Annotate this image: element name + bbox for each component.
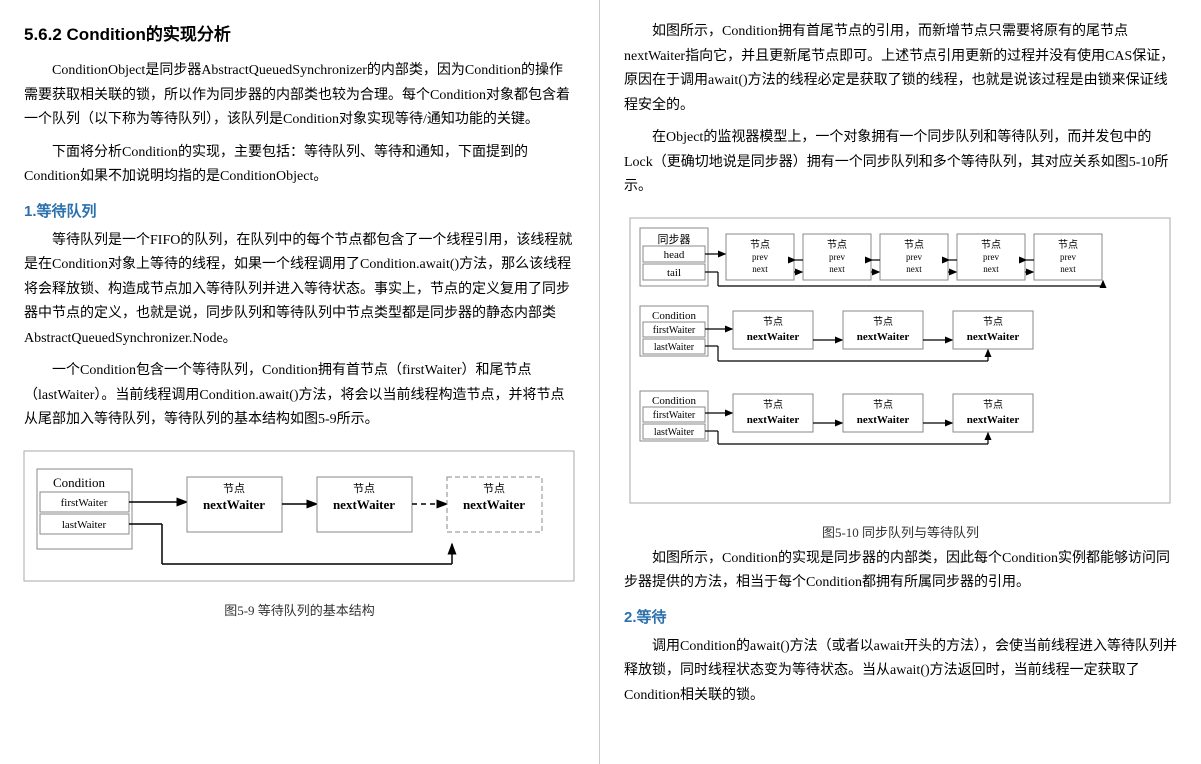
svg-text:nextWaiter: nextWaiter (333, 497, 395, 512)
svg-text:tail: tail (667, 267, 681, 279)
fig510-svg: 同步器 head tail 节点 prev next 节点 prev next … (628, 216, 1173, 516)
svg-text:节点: 节点 (353, 482, 375, 495)
svg-text:Condition: Condition (53, 475, 106, 490)
svg-text:节点: 节点 (763, 399, 783, 411)
svg-text:nextWaiter: nextWaiter (857, 414, 910, 426)
section2-title: 2.等待 (624, 606, 1177, 627)
fig59-svg: Condition firstWaiter lastWaiter 节点 next… (22, 449, 577, 594)
section1-title: 1.等待队列 (24, 200, 575, 221)
fig59-caption: 图5-9 等待队列的基本结构 (224, 600, 375, 619)
svg-text:节点: 节点 (981, 239, 1001, 251)
left-para4: 一个Condition包含一个等待队列，Condition拥有首节点（first… (24, 359, 575, 433)
svg-text:节点: 节点 (873, 316, 893, 328)
svg-text:prev: prev (1060, 252, 1076, 262)
svg-text:prev: prev (983, 252, 999, 262)
svg-text:prev: prev (906, 252, 922, 262)
left-para2: 下面将分析Condition的实现，主要包括：等待队列、等待和通知，下面提到的C… (24, 141, 575, 190)
svg-text:firstWaiter: firstWaiter (61, 497, 108, 509)
svg-text:next: next (752, 264, 768, 274)
right-para4: 调用Condition的await()方法（或者以await开头的方法），会使当… (624, 635, 1177, 709)
svg-text:lastWaiter: lastWaiter (654, 427, 695, 438)
svg-text:节点: 节点 (983, 316, 1003, 328)
svg-text:nextWaiter: nextWaiter (857, 331, 910, 343)
svg-text:firstWaiter: firstWaiter (653, 410, 696, 421)
svg-text:lastWaiter: lastWaiter (62, 519, 107, 531)
svg-text:节点: 节点 (763, 316, 783, 328)
svg-text:节点: 节点 (1058, 239, 1078, 251)
svg-text:nextWaiter: nextWaiter (967, 414, 1020, 426)
svg-text:节点: 节点 (904, 239, 924, 251)
right-para1: 如图所示，Condition拥有首尾节点的引用，而新增节点只需要将原有的尾节点n… (624, 20, 1177, 118)
svg-text:节点: 节点 (750, 239, 770, 251)
svg-text:prev: prev (752, 252, 768, 262)
svg-text:prev: prev (829, 252, 845, 262)
svg-text:next: next (906, 264, 922, 274)
svg-text:nextWaiter: nextWaiter (203, 497, 265, 512)
left-para3: 等待队列是一个FIFO的队列，在队列中的每个节点都包含了一个线程引用，该线程就是… (24, 229, 575, 352)
svg-text:head: head (664, 249, 685, 261)
section-title: 5.6.2 Condition的实现分析 (24, 20, 575, 45)
right-para3: 如图所示，Condition的实现是同步器的内部类，因此每个Condition实… (624, 547, 1177, 596)
svg-text:节点: 节点 (873, 399, 893, 411)
right-panel: 如图所示，Condition拥有首尾节点的引用，而新增节点只需要将原有的尾节点n… (600, 0, 1201, 764)
fig510-container: 同步器 head tail 节点 prev next 节点 prev next … (624, 216, 1177, 541)
svg-text:节点: 节点 (483, 482, 505, 495)
svg-text:节点: 节点 (223, 482, 245, 495)
svg-text:next: next (1060, 264, 1076, 274)
svg-text:nextWaiter: nextWaiter (967, 331, 1020, 343)
svg-text:next: next (829, 264, 845, 274)
svg-text:Condition: Condition (652, 395, 697, 407)
svg-text:next: next (983, 264, 999, 274)
svg-text:同步器: 同步器 (658, 233, 691, 246)
right-para2: 在Object的监视器模型上，一个对象拥有一个同步队列和等待队列，而并发包中的L… (624, 126, 1177, 200)
fig59-container: Condition firstWaiter lastWaiter 节点 next… (24, 449, 575, 619)
svg-text:nextWaiter: nextWaiter (747, 414, 800, 426)
svg-text:lastWaiter: lastWaiter (654, 342, 695, 353)
svg-text:firstWaiter: firstWaiter (653, 325, 696, 336)
left-para1: ConditionObject是同步器AbstractQueuedSynchro… (24, 59, 575, 133)
svg-text:节点: 节点 (983, 399, 1003, 411)
left-panel: 5.6.2 Condition的实现分析 ConditionObject是同步器… (0, 0, 600, 764)
fig510-caption: 图5-10 同步队列与等待队列 (822, 522, 979, 541)
svg-text:节点: 节点 (827, 239, 847, 251)
svg-text:nextWaiter: nextWaiter (747, 331, 800, 343)
svg-text:Condition: Condition (652, 310, 697, 322)
svg-text:nextWaiter: nextWaiter (463, 497, 525, 512)
